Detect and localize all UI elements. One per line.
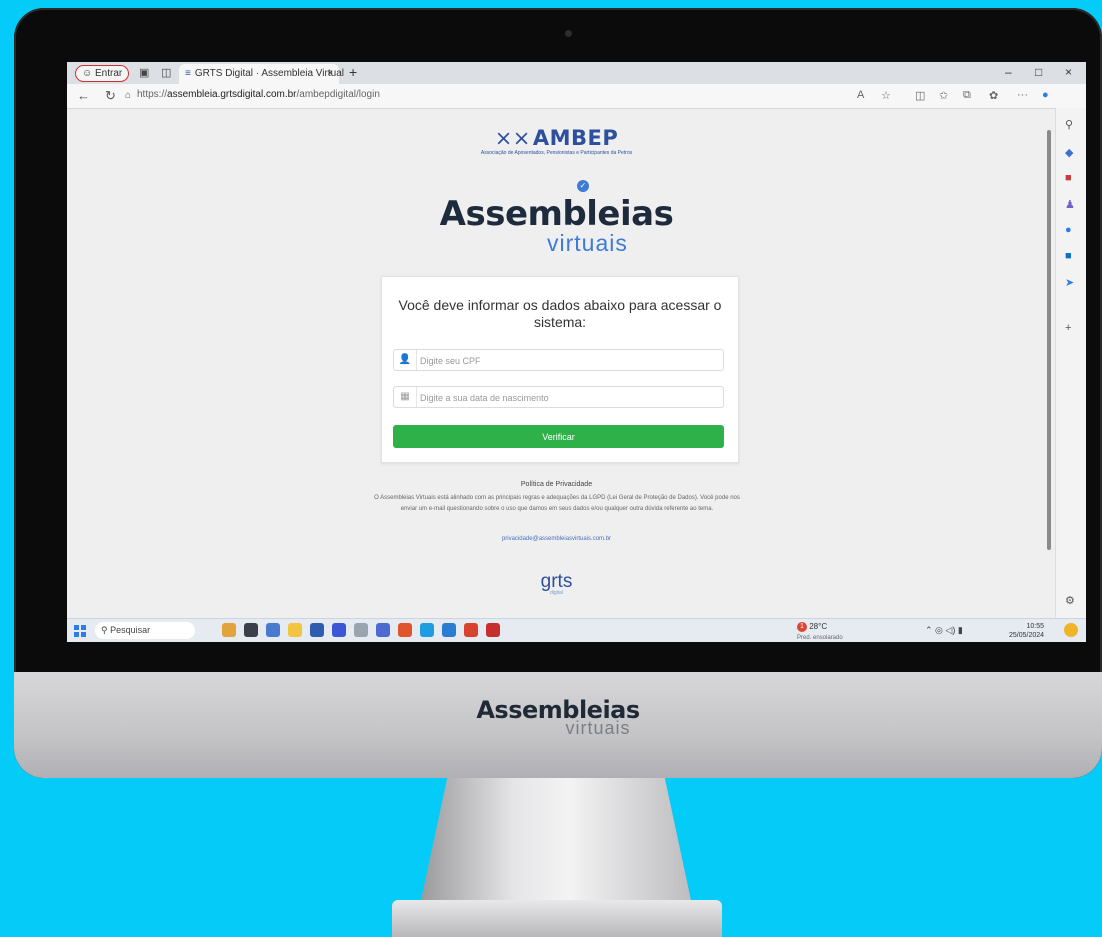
refresh-icon[interactable]: ↻ bbox=[105, 88, 116, 104]
minimize-button[interactable]: – bbox=[1005, 65, 1012, 79]
taskbar-app-icon[interactable] bbox=[222, 623, 236, 637]
grts-logo-sub: digital bbox=[549, 590, 564, 596]
collections-icon[interactable]: ⧉ bbox=[963, 89, 971, 102]
check-badge-icon: ✓ bbox=[577, 180, 589, 192]
browser-tabbar: ☺ Entrar ▣ ◫ ≡ GRTS Digital · Assembleia … bbox=[67, 62, 1086, 84]
edge-icon[interactable] bbox=[420, 623, 434, 637]
teams-icon[interactable] bbox=[376, 623, 390, 637]
sidebar-tag-icon[interactable]: ◆ bbox=[1065, 146, 1073, 159]
webcam bbox=[565, 30, 572, 37]
monitor-frame: ☺ Entrar ▣ ◫ ≡ GRTS Digital · Assembleia … bbox=[14, 8, 1102, 778]
tab-close-icon[interactable]: × bbox=[327, 64, 333, 84]
tab-title: GRTS Digital · Assembleia Virtual bbox=[194, 68, 344, 79]
verify-button[interactable]: Verificar bbox=[393, 425, 724, 448]
scrollbar-thumb[interactable] bbox=[1047, 130, 1051, 550]
login-page: ⨯⨯AMBEP Associação de Aposentados, Pensi… bbox=[67, 108, 1046, 618]
sidebar-search-icon[interactable]: ⚲ bbox=[1065, 118, 1073, 131]
screen: ☺ Entrar ▣ ◫ ≡ GRTS Digital · Assembleia … bbox=[67, 62, 1086, 642]
grts-favicon: ≡ bbox=[185, 68, 191, 79]
sidebar-outlook-icon[interactable]: ■ bbox=[1065, 250, 1072, 262]
copilot-taskbar-icon[interactable] bbox=[1064, 623, 1078, 637]
clock-date: 25/05/2024 bbox=[1009, 632, 1045, 639]
tab-actions-icon[interactable]: ◫ bbox=[161, 66, 171, 79]
favorite-star-icon[interactable]: ☆ bbox=[881, 89, 891, 102]
login-instructions: Você deve informar os dados abaixo para … bbox=[398, 297, 722, 330]
taskbar-clock[interactable]: 10:55 25/05/2024 bbox=[1009, 622, 1044, 640]
birthdate-input[interactable] bbox=[418, 389, 712, 407]
brand-subtitle: virtuais bbox=[547, 230, 628, 256]
weather-temp: 28°C bbox=[809, 622, 828, 631]
split-screen-icon[interactable]: ◫ bbox=[915, 89, 925, 102]
url-prefix: https:// bbox=[137, 89, 168, 100]
profile-button[interactable]: ☺ Entrar bbox=[75, 65, 130, 82]
weather-desc: Pred. ensolarado bbox=[797, 635, 843, 641]
settings-icon[interactable] bbox=[354, 623, 368, 637]
taskbar-search-label: Pesquisar bbox=[110, 625, 151, 635]
privacy-text: O Assembleias Virtuais está alinhado com… bbox=[374, 495, 740, 512]
privacy-email-link[interactable]: privacidade@assembleiasvirtuais.com.br bbox=[67, 536, 1046, 542]
clock-time: 10:55 bbox=[1026, 623, 1045, 630]
copilot-icon[interactable]: ● bbox=[1042, 89, 1049, 101]
sidebar-add-icon[interactable]: + bbox=[1065, 322, 1071, 334]
windows-start-icon[interactable] bbox=[74, 625, 86, 637]
privacy-title: Política de Privacidade bbox=[520, 481, 593, 488]
url-host: assembleia.grtsdigital.com.br bbox=[167, 89, 297, 100]
store-icon[interactable] bbox=[310, 623, 324, 637]
sidebar-office-icon[interactable]: ● bbox=[1065, 224, 1072, 236]
sidebar-people-icon[interactable]: ♟ bbox=[1065, 198, 1075, 211]
more-menu-icon[interactable]: ··· bbox=[1017, 89, 1028, 101]
acrobat-icon[interactable] bbox=[486, 623, 500, 637]
search-icon: ⚲ bbox=[101, 625, 111, 635]
monitor-chin: Assembleias virtuais bbox=[14, 672, 1102, 778]
favorites-icon[interactable]: ✩ bbox=[939, 89, 948, 102]
cpf-field[interactable]: 👤 bbox=[393, 349, 724, 371]
browser-addressbar: ← ↻ ⌂ https://assembleia.grtsdigital.com… bbox=[67, 84, 1086, 109]
taskbar-app-icon[interactable] bbox=[332, 623, 346, 637]
url-field[interactable]: https://assembleia.grtsdigital.com.br/am… bbox=[137, 89, 380, 100]
profile-icon: ☺ bbox=[82, 68, 95, 79]
tab-active[interactable]: ≡ GRTS Digital · Assembleia Virtual × bbox=[179, 64, 344, 84]
taskbar-search[interactable]: ⚲ Pesquisar bbox=[95, 622, 195, 639]
folder-icon[interactable] bbox=[288, 623, 302, 637]
ambep-logo-text: AMBEP bbox=[532, 126, 619, 150]
calendar-icon: ▦ bbox=[394, 387, 417, 407]
sidebar-send-icon[interactable]: ➤ bbox=[1065, 276, 1074, 289]
word-icon[interactable] bbox=[442, 623, 456, 637]
brand-title: Assembleias bbox=[439, 194, 674, 234]
ambep-mark-icon: ⨯⨯ bbox=[494, 126, 531, 150]
browser-sidebar: ⚲ ◆ ■ ♟ ● ■ ➤ + ⚙ bbox=[1055, 108, 1086, 618]
weather-widget[interactable]: 1 28°C Pred. ensolarado bbox=[797, 622, 843, 642]
maximize-button[interactable]: □ bbox=[1035, 65, 1042, 79]
user-icon: 👤 bbox=[394, 350, 417, 370]
ambep-subtitle: Associação de Aposentados, Pensionistas … bbox=[480, 150, 633, 156]
chin-logo: Assembleias virtuais bbox=[14, 696, 1102, 739]
ambep-logo: ⨯⨯AMBEP bbox=[67, 126, 1046, 150]
monitor-stand bbox=[420, 778, 692, 905]
close-window-button[interactable]: × bbox=[1065, 65, 1072, 79]
profile-label: Entrar bbox=[95, 68, 123, 79]
system-tray-icons[interactable]: ⌃ ◎ ◁) ▮ bbox=[925, 625, 963, 636]
taskbar-app-icon[interactable] bbox=[464, 623, 478, 637]
url-path: /ambepdigital/login bbox=[296, 89, 380, 100]
read-aloud-icon[interactable]: A bbox=[857, 89, 864, 101]
taskbar-app-icon[interactable] bbox=[244, 623, 258, 637]
sidebar-settings-icon[interactable]: ⚙ bbox=[1065, 594, 1075, 607]
cpf-input[interactable] bbox=[418, 352, 712, 370]
lock-icon: ⌂ bbox=[125, 90, 132, 101]
new-tab-button[interactable]: + bbox=[349, 64, 357, 80]
back-arrow-icon[interactable]: ← bbox=[77, 88, 90, 103]
weather-badge: 1 bbox=[797, 622, 807, 632]
page-scrollbar[interactable] bbox=[1046, 118, 1052, 558]
extensions-icon[interactable]: ✿ bbox=[989, 89, 998, 102]
birthdate-field[interactable]: ▦ bbox=[393, 386, 724, 408]
workspaces-icon[interactable]: ▣ bbox=[139, 66, 149, 79]
sidebar-tools-icon[interactable]: ■ bbox=[1065, 172, 1072, 184]
login-card: Você deve informar os dados abaixo para … bbox=[381, 276, 739, 463]
windows-taskbar: ⚲ Pesquisar 1 28°C Pred. ensolarado ⌃ ◎ … bbox=[67, 618, 1086, 642]
monitor-base bbox=[392, 900, 722, 937]
chrome-icon[interactable] bbox=[398, 623, 412, 637]
taskbar-app-icon[interactable] bbox=[266, 623, 280, 637]
